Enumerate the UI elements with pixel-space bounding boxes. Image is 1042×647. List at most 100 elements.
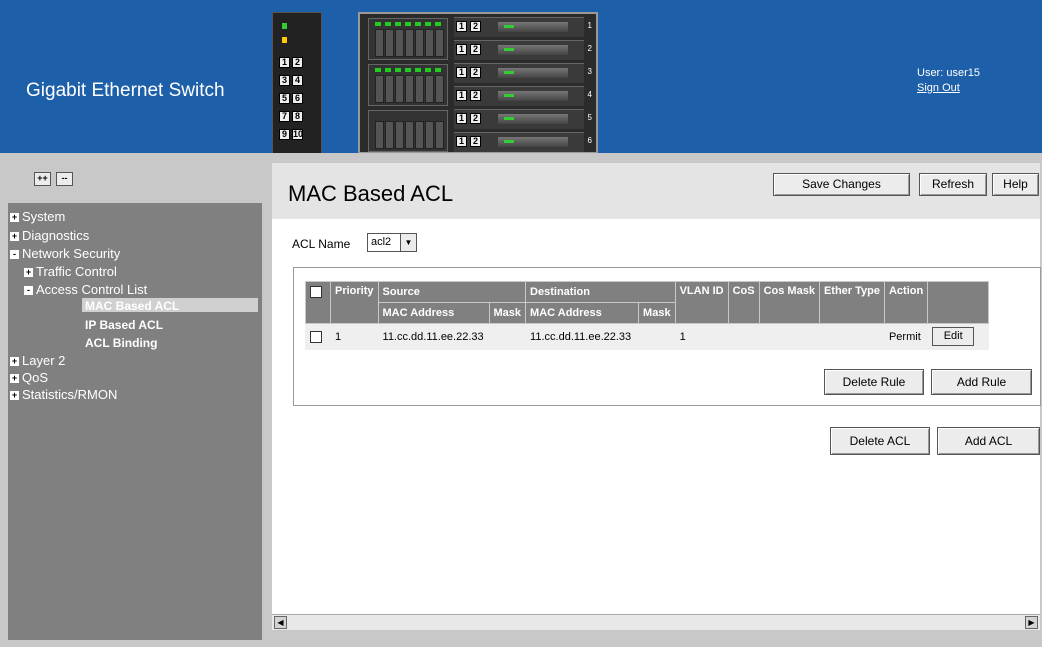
cell-dest-mac: 11.cc.dd.11.ee.22.33 — [525, 323, 676, 350]
cell-cos-mask — [758, 323, 820, 350]
cell-action: Permit — [883, 323, 929, 350]
drive-bank-icon — [368, 18, 448, 60]
sidebar-item-access-control-list[interactable]: - Access Control List — [24, 282, 147, 298]
sidebar-item-ip-based-acl[interactable]: IP Based ACL — [85, 317, 163, 333]
sidebar-item-traffic-control[interactable]: + Traffic Control — [24, 264, 117, 280]
port-icon: 1 — [279, 57, 290, 68]
sidebar-item-diagnostics[interactable]: + Diagnostics — [10, 228, 89, 244]
header-destination: Destination — [525, 281, 676, 303]
header-cos: CoS — [727, 281, 760, 324]
blade-number: 6 — [587, 136, 592, 145]
expand-icon: + — [10, 373, 19, 383]
port-icon: 6 — [292, 93, 303, 104]
cell-vlan-id: 1 — [674, 323, 729, 350]
header-priority: Priority — [330, 281, 379, 324]
help-button[interactable]: Help — [992, 173, 1039, 196]
blade-number: 4 — [587, 90, 592, 99]
header-source-mac: MAC Address — [377, 302, 490, 324]
acl-name-label: ACL Name — [292, 237, 351, 251]
port-icon: 2 — [470, 44, 481, 55]
header-edit — [927, 281, 990, 324]
cell-edit: Edit — [927, 323, 990, 350]
port-icon: 5 — [279, 93, 290, 104]
switch-module-graphic: 1 2 3 4 5 6 7 8 9 10 — [272, 12, 322, 154]
port-icon: 1 — [456, 90, 467, 101]
sign-out-link[interactable]: Sign Out — [917, 81, 980, 96]
user-info: User: user15 Sign Out — [917, 66, 980, 96]
expand-icon: + — [10, 231, 19, 241]
collapse-icon: - — [24, 286, 33, 295]
blade-number: 5 — [587, 113, 592, 122]
select-all-cell — [305, 281, 331, 324]
blade-slot: 1 2 5 — [454, 109, 592, 129]
acl-name-value: acl2 — [371, 236, 392, 248]
port-icon: 1 — [456, 44, 467, 55]
drive-bank-icon — [368, 64, 448, 106]
port-icon: 8 — [292, 111, 303, 122]
sidebar-item-mac-based-acl[interactable]: MAC Based ACL — [85, 298, 179, 314]
status-led-yellow — [282, 37, 287, 43]
edit-button[interactable]: Edit — [932, 327, 975, 346]
blade-slot: 1 2 3 — [454, 63, 592, 83]
blade-slot: 1 2 2 — [454, 40, 592, 60]
header-source: Source — [377, 281, 527, 303]
user-label: User: user15 — [917, 67, 980, 79]
header-action: Action — [883, 281, 929, 324]
sidebar-item-network-security[interactable]: - Network Security — [10, 246, 120, 262]
delete-rule-button[interactable]: Delete Rule — [824, 369, 924, 395]
sidebar-item-system[interactable]: + System — [10, 209, 65, 225]
header-banner: Gigabit Ethernet Switch 1 2 3 4 5 6 7 8 … — [0, 0, 1042, 157]
page-title: MAC Based ACL — [288, 181, 454, 206]
cell-ether-type — [818, 323, 885, 350]
sidebar-item-qos[interactable]: + QoS — [10, 370, 48, 386]
port-icon: 1 — [456, 136, 467, 147]
header-source-mask: Mask — [488, 302, 527, 324]
cell-cos — [727, 323, 760, 350]
save-changes-button[interactable]: Save Changes — [773, 173, 910, 196]
chassis-graphic: 1 2 1 1 2 2 1 2 3 1 2 4 1 2 5 1 2 6 — [358, 12, 598, 154]
header-ether-type: Ether Type — [818, 281, 885, 324]
port-icon: 2 — [470, 113, 481, 124]
sidebar-item-acl-binding[interactable]: ACL Binding — [85, 335, 157, 351]
scroll-left-icon[interactable]: ◀ — [274, 616, 287, 629]
port-icon: 10 — [292, 129, 304, 140]
port-icon: 1 — [456, 21, 467, 32]
port-icon: 1 — [456, 113, 467, 124]
horizontal-scrollbar[interactable]: ◀ ▶ — [272, 614, 1040, 630]
blade-slot: 1 2 4 — [454, 86, 592, 106]
cell-priority: 1 — [330, 323, 379, 350]
blade-number: 2 — [587, 44, 592, 53]
header-cos-mask: Cos Mask — [758, 281, 820, 324]
port-icon: 4 — [292, 75, 303, 86]
sidebar-item-statistics-rmon[interactable]: + Statistics/RMON — [10, 387, 117, 403]
cell-source-mac: 11.cc.dd.11.ee.22.33 — [377, 323, 527, 350]
expand-icon: + — [10, 356, 19, 366]
port-icon: 2 — [470, 67, 481, 78]
blade-number: 3 — [587, 67, 592, 76]
blade-slot: 1 2 1 — [454, 17, 592, 37]
port-icon: 2 — [470, 21, 481, 32]
expand-icon: + — [10, 390, 19, 400]
app-title: Gigabit Ethernet Switch — [26, 80, 225, 101]
add-rule-button[interactable]: Add Rule — [931, 369, 1032, 395]
sidebar-item-layer-2[interactable]: + Layer 2 — [10, 353, 65, 369]
select-all-checkbox[interactable] — [310, 286, 322, 299]
acl-name-select[interactable]: acl2 ▼ — [367, 233, 417, 252]
blade-slot: 1 2 6 — [454, 132, 592, 152]
expand-icon: + — [24, 267, 33, 277]
row-checkbox-cell — [305, 323, 331, 350]
header-vlan-id: VLAN ID — [674, 281, 729, 324]
refresh-button[interactable]: Refresh — [919, 173, 987, 196]
expand-all-button[interactable]: ++ — [34, 172, 51, 186]
status-led-green — [282, 23, 287, 29]
scroll-right-icon[interactable]: ▶ — [1025, 616, 1038, 629]
collapse-icon: - — [10, 250, 19, 259]
expand-icon: + — [10, 212, 19, 222]
add-acl-button[interactable]: Add ACL — [937, 427, 1040, 455]
port-icon: 2 — [470, 136, 481, 147]
row-checkbox[interactable] — [310, 330, 322, 343]
table-row: 1 11.cc.dd.11.ee.22.33 11.cc.dd.11.ee.22… — [305, 323, 990, 350]
port-icon: 2 — [292, 57, 303, 68]
delete-acl-button[interactable]: Delete ACL — [830, 427, 930, 455]
collapse-all-button[interactable]: -- — [56, 172, 73, 186]
